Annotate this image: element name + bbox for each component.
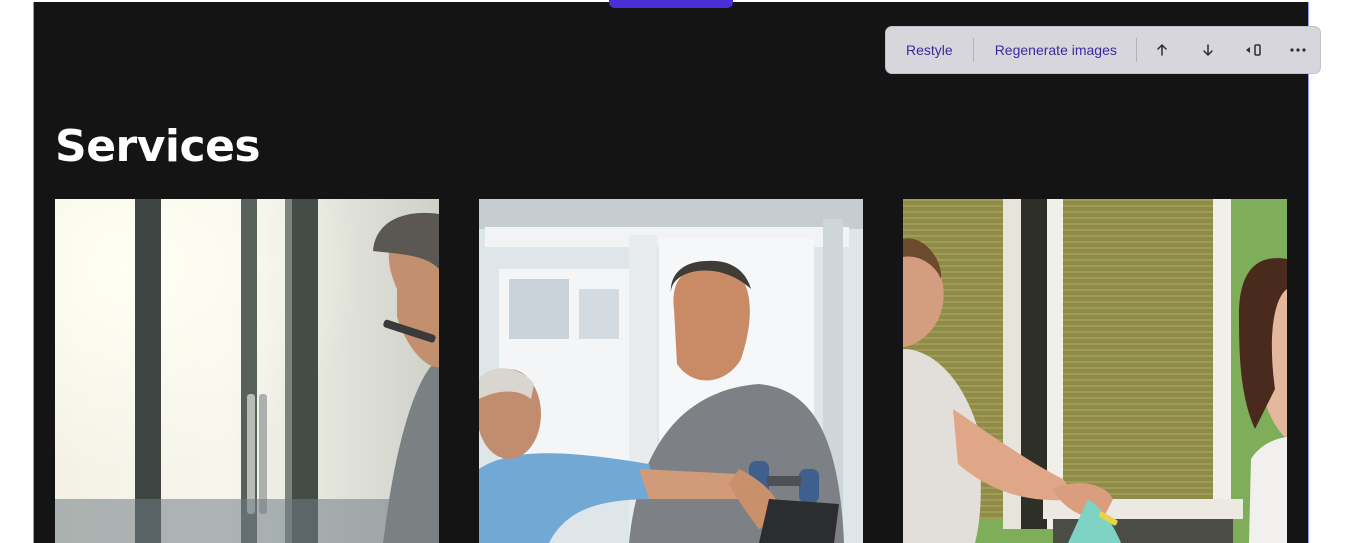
regenerate-images-button[interactable]: Regenerate images [995,42,1117,58]
section-toolbar: Restyle Regenerate images [885,26,1321,74]
page-title: Services [55,121,261,172]
toolbar-divider [1135,38,1137,62]
restyle-button[interactable]: Restyle [906,42,953,58]
service-card-2-image[interactable] [479,199,863,543]
service-card-1-image[interactable] [55,199,439,543]
section-handle-tab[interactable] [609,0,733,8]
toolbar-divider [972,38,974,62]
more-icon[interactable] [1281,33,1315,67]
arrow-down-icon[interactable] [1191,33,1225,67]
audio-panel-icon[interactable] [1237,33,1271,67]
arrow-up-icon[interactable] [1145,33,1179,67]
service-card-3-image[interactable] [903,199,1287,543]
